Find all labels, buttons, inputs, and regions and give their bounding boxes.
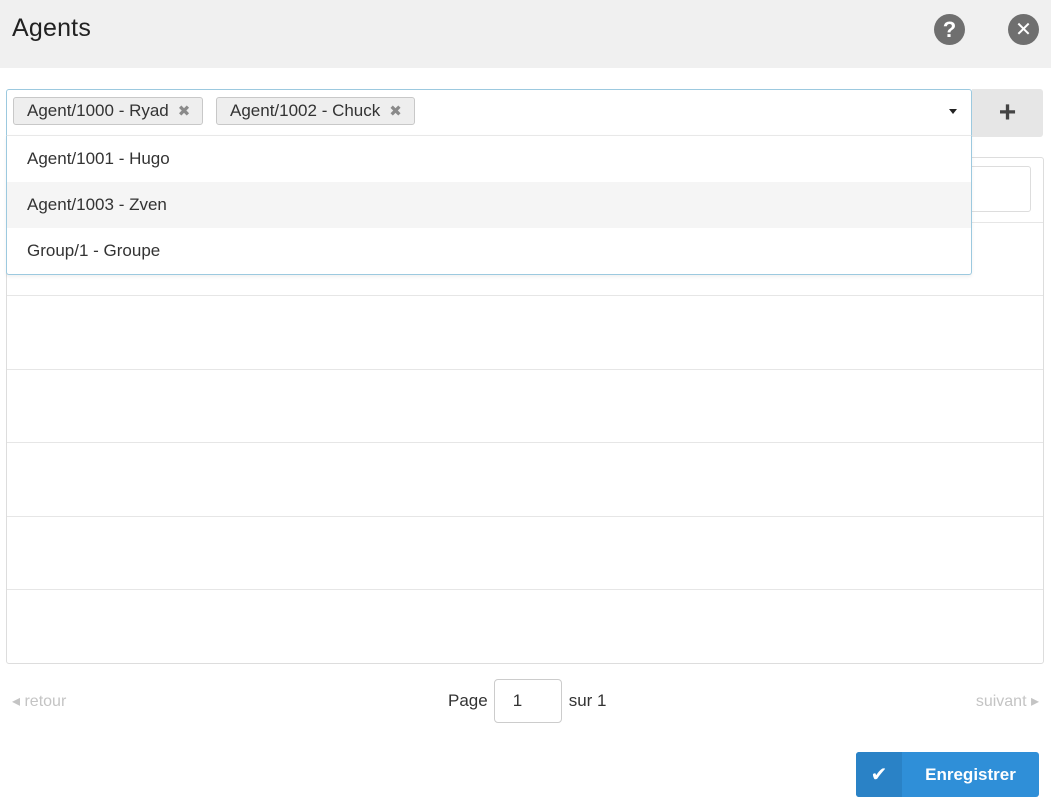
selected-tag: Agent/1000 - Ryad ✖	[13, 97, 204, 125]
pager-next-link[interactable]: suivant ▸	[976, 691, 1039, 711]
table-row-divider	[7, 369, 1043, 370]
dropdown-option[interactable]: Group/1 - Groupe	[7, 228, 971, 274]
pager: Page sur 1	[448, 678, 607, 724]
table-filter-input[interactable]	[969, 166, 1031, 212]
check-icon: ✔	[856, 752, 902, 797]
table-row-divider	[7, 589, 1043, 590]
page-title: Agents	[12, 14, 92, 42]
dropdown-option[interactable]: Agent/1001 - Hugo	[7, 136, 971, 182]
save-button[interactable]: ✔ Enregistrer	[856, 752, 1039, 797]
page-total-label: sur 1	[568, 691, 607, 710]
tag-label: Agent/1000 - Ryad	[27, 101, 169, 120]
dialog-header: Agents ? ✕	[0, 0, 1051, 68]
dropdown-option[interactable]: Agent/1003 - Zven	[7, 182, 971, 228]
close-icon[interactable]: ✕	[1008, 14, 1039, 45]
options-dropdown: Agent/1001 - Hugo Agent/1003 - Zven Grou…	[6, 135, 972, 275]
table-row-divider	[7, 442, 1043, 443]
caret-down-icon[interactable]	[949, 109, 957, 114]
selected-tag: Agent/1002 - Chuck ✖	[216, 97, 415, 125]
pager-prev-link[interactable]: ◂ retour	[12, 691, 66, 711]
page-label: Page	[448, 691, 488, 710]
save-button-label: Enregistrer	[925, 764, 1016, 784]
page-number-input[interactable]	[493, 679, 562, 723]
tag-label: Agent/1002 - Chuck	[230, 101, 381, 120]
add-button[interactable]: +	[972, 89, 1043, 137]
agent-multiselect[interactable]: Agent/1000 - Ryad ✖ Agent/1002 - Chuck ✖	[6, 89, 972, 136]
table-row-divider	[7, 516, 1043, 517]
remove-tag-icon[interactable]: ✖	[389, 102, 402, 120]
table-row-divider	[7, 295, 1043, 296]
remove-tag-icon[interactable]: ✖	[178, 102, 191, 120]
help-icon[interactable]: ?	[934, 14, 965, 45]
